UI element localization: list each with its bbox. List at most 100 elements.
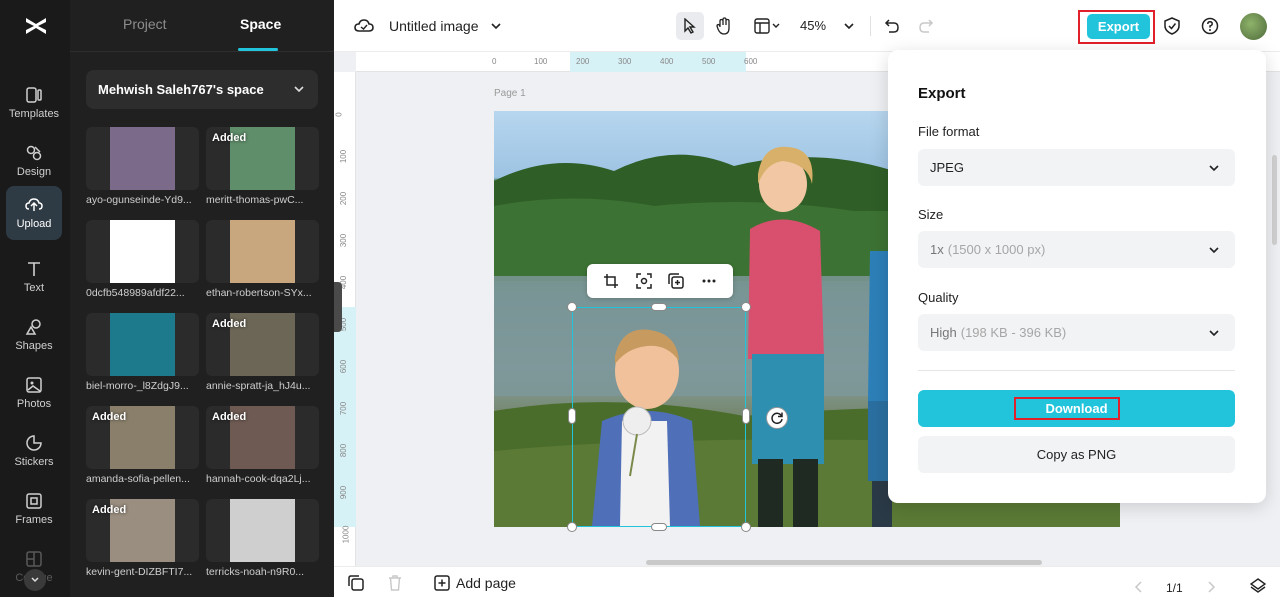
rail-label: Design (16, 166, 52, 178)
asset-caption: 0dcfb548989afdf22... (86, 287, 185, 299)
export-highlight-box (1078, 10, 1155, 44)
quality-label: Quality (918, 290, 959, 305)
asset-thumbnail: Added (206, 406, 319, 469)
ruler-tick-label: 600 (744, 57, 758, 66)
asset-item[interactable]: ethan-robertson-SYx... (206, 220, 319, 299)
rail-item-design[interactable]: Design (6, 134, 62, 188)
ruler-tick-label: 1000 (341, 525, 351, 544)
select-tool-button[interactable] (676, 12, 704, 40)
design-icon (26, 145, 42, 161)
redo-icon[interactable] (918, 18, 934, 34)
download-highlight-box (1014, 397, 1120, 420)
asset-item[interactable]: terricks-noah-n9R0... (206, 499, 319, 578)
rotate-handle[interactable] (766, 407, 788, 429)
crop-button[interactable] (601, 271, 621, 291)
ruler-tick-label: 300 (339, 233, 349, 248)
resize-handle-top-right[interactable] (741, 302, 751, 312)
chevron-down-icon (1209, 330, 1219, 337)
ruler-tick-label: 200 (576, 57, 590, 66)
quality-detail: (198 KB - 396 KB) (960, 325, 1067, 340)
horizontal-scrollbar[interactable] (646, 560, 1042, 565)
rail-item-upload[interactable]: Upload (6, 186, 62, 240)
size-label: Size (918, 207, 944, 222)
help-icon[interactable] (1201, 17, 1219, 35)
panel-collapse-handle[interactable] (334, 282, 342, 332)
ruler-tick-label: 500 (702, 57, 716, 66)
ruler-tick-label: 0 (492, 57, 497, 66)
resize-handle-top[interactable] (651, 303, 667, 311)
quality-select[interactable]: High (198 KB - 396 KB) (918, 314, 1235, 351)
chevron-down-icon[interactable] (489, 19, 503, 33)
added-badge: Added (212, 318, 247, 330)
rail-expand-button[interactable] (24, 569, 46, 591)
rail-label: Shapes (15, 340, 53, 352)
asset-item[interactable]: ayo-ogunseinde-Yd9... (86, 127, 199, 206)
space-selector[interactable]: Mehwish Saleh767's space (86, 70, 318, 109)
add-page-button[interactable]: Add page (434, 575, 516, 591)
more-icon (702, 279, 716, 283)
shield-icon[interactable] (1164, 17, 1180, 35)
size-select[interactable]: 1x (1500 x 1000 px) (918, 231, 1235, 268)
rail-item-frames[interactable]: Frames (6, 482, 62, 536)
rail-item-text[interactable]: Text (6, 250, 62, 304)
asset-item[interactable]: 0dcfb548989afdf22... (86, 220, 199, 299)
remove-background-button[interactable] (634, 271, 654, 291)
layout-button[interactable] (750, 12, 786, 40)
copy-as-png-button[interactable]: Copy as PNG (918, 436, 1235, 473)
user-avatar[interactable] (1240, 13, 1267, 40)
rail-item-templates[interactable]: Templates (6, 76, 62, 130)
remove-background-icon (636, 273, 652, 289)
rail-item-photos[interactable]: Photos (6, 366, 62, 420)
rail-label: Stickers (14, 456, 54, 468)
layers-icon[interactable] (1250, 577, 1266, 593)
asset-item[interactable]: Added kevin-gent-DIZBFTI7... (86, 499, 199, 578)
resize-handle-bottom-right[interactable] (741, 522, 751, 532)
resize-handle-top-left[interactable] (567, 302, 577, 312)
tab-project[interactable]: Project (123, 16, 167, 32)
previous-page-icon[interactable] (1134, 580, 1144, 594)
panel-tabs: Project Space (70, 0, 334, 52)
rail-item-shapes[interactable]: Shapes (6, 308, 62, 362)
document-title[interactable]: Untitled image (389, 18, 479, 34)
duplicate-button[interactable] (666, 271, 686, 291)
more-options-button[interactable] (699, 271, 719, 291)
zoom-level[interactable]: 45% (800, 18, 826, 33)
asset-item[interactable]: Added meritt-thomas-pwC... (206, 127, 319, 206)
asset-caption: terricks-noah-n9R0... (206, 566, 305, 578)
asset-image (230, 220, 295, 283)
rotate-icon (771, 412, 783, 425)
asset-item[interactable]: Added hannah-cook-dqa2Lj... (206, 406, 319, 485)
resize-handle-left[interactable] (568, 408, 576, 424)
asset-item[interactable]: Added amanda-sofia-pellen... (86, 406, 199, 485)
toolbar-divider (870, 16, 871, 36)
asset-caption: hannah-cook-dqa2Lj... (206, 473, 311, 485)
file-format-select[interactable]: JPEG (918, 149, 1235, 186)
resize-handle-right[interactable] (742, 408, 750, 424)
cloud-icon[interactable] (354, 17, 374, 35)
added-badge: Added (92, 504, 127, 516)
selection-box[interactable] (572, 307, 746, 527)
hand-tool-button[interactable] (710, 12, 738, 40)
next-page-icon[interactable] (1206, 580, 1216, 594)
undo-icon[interactable] (884, 18, 900, 34)
asset-thumbnail (206, 499, 319, 562)
chevron-down-icon[interactable] (842, 19, 856, 33)
girl-figure (748, 146, 824, 527)
asset-item[interactable]: Added annie-spratt-ja_hJ4u... (206, 313, 319, 392)
ruler-tick-label: 0 (334, 112, 344, 117)
capcut-logo-icon[interactable] (23, 14, 49, 38)
asset-item[interactable]: biel-morro-_l8ZdgJ9... (86, 313, 199, 392)
resize-handle-bottom[interactable] (651, 523, 667, 531)
resize-handle-bottom-left[interactable] (567, 522, 577, 532)
added-badge: Added (212, 132, 247, 144)
duplicate-page-icon[interactable] (348, 575, 364, 591)
export-panel-title: Export (918, 85, 966, 102)
collage-icon (26, 551, 42, 567)
trash-icon[interactable] (388, 575, 402, 591)
add-page-icon (434, 575, 450, 591)
tab-space[interactable]: Space (240, 16, 281, 32)
vertical-scrollbar[interactable] (1272, 155, 1277, 245)
rail-item-stickers[interactable]: Stickers (6, 424, 62, 478)
added-badge: Added (92, 411, 127, 423)
rail-label: Photos (16, 398, 52, 410)
